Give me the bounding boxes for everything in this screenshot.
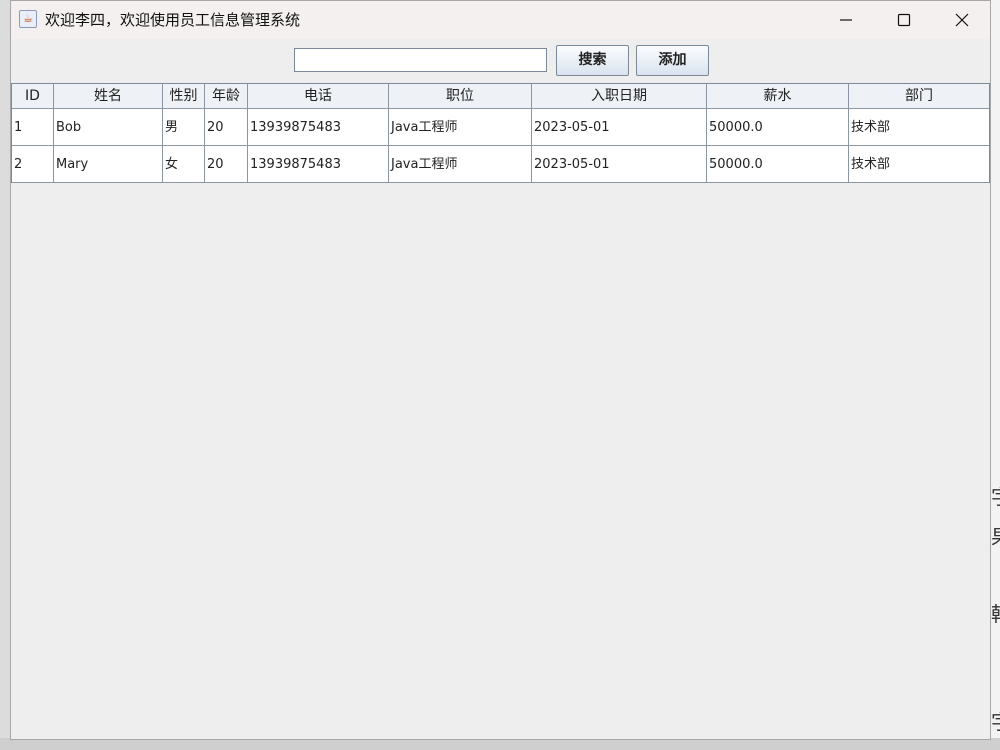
maximize-button[interactable]	[875, 1, 933, 39]
cell-position[interactable]: Java工程师	[389, 109, 532, 145]
close-icon	[955, 13, 969, 27]
cell-phone[interactable]: 13939875483	[248, 109, 389, 145]
cell-salary[interactable]: 50000.0	[707, 146, 849, 182]
cell-id[interactable]: 2	[12, 146, 54, 182]
cell-hire-date[interactable]: 2023-05-01	[532, 109, 707, 145]
cell-department[interactable]: 技术部	[849, 109, 989, 145]
cell-gender[interactable]: 女	[163, 146, 205, 182]
column-header-age[interactable]: 年龄	[205, 84, 248, 108]
cell-position[interactable]: Java工程师	[389, 146, 532, 182]
cell-phone[interactable]: 13939875483	[248, 146, 389, 182]
column-header-hire-date[interactable]: 入职日期	[532, 84, 707, 108]
cell-age[interactable]: 20	[205, 109, 248, 145]
minimize-icon	[840, 19, 852, 21]
background-text: 字	[991, 712, 1000, 732]
cell-name[interactable]: Bob	[54, 109, 163, 145]
java-icon: ☕	[19, 10, 37, 28]
column-header-name[interactable]: 姓名	[54, 84, 163, 108]
cell-age[interactable]: 20	[205, 146, 248, 182]
table-header: ID 姓名 性别 年龄 电话 职位 入职日期 薪水 部门	[12, 84, 989, 109]
search-button[interactable]: 搜索	[556, 45, 629, 76]
title-bar[interactable]: ☕ 欢迎李四，欢迎使用员工信息管理系统	[11, 1, 990, 39]
background-text: 果	[991, 527, 1000, 547]
column-header-gender[interactable]: 性别	[163, 84, 205, 108]
column-header-position[interactable]: 职位	[389, 84, 532, 108]
minimize-button[interactable]	[817, 1, 875, 39]
cell-gender[interactable]: 男	[163, 109, 205, 145]
column-header-department[interactable]: 部门	[849, 84, 989, 108]
close-button[interactable]	[933, 1, 991, 39]
column-header-phone[interactable]: 电话	[248, 84, 389, 108]
employee-table: ID 姓名 性别 年龄 电话 职位 入职日期 薪水 部门 1 Bob 男 20 …	[11, 83, 990, 183]
search-input[interactable]	[294, 48, 547, 72]
cell-department[interactable]: 技术部	[849, 146, 989, 182]
background-text: 字	[991, 487, 1000, 507]
background-window	[990, 0, 1000, 750]
table-row[interactable]: 1 Bob 男 20 13939875483 Java工程师 2023-05-0…	[12, 109, 989, 146]
window-title: 欢迎李四，欢迎使用员工信息管理系统	[45, 11, 301, 29]
background-text: 韩	[991, 604, 1000, 624]
main-window: ☕ 欢迎李四，欢迎使用员工信息管理系统 搜索 添加 ID 姓名 性别 年龄 电话…	[10, 0, 991, 740]
table-row[interactable]: 2 Mary 女 20 13939875483 Java工程师 2023-05-…	[12, 146, 989, 183]
toolbar: 搜索 添加	[11, 39, 990, 83]
maximize-icon	[897, 13, 911, 27]
cell-id[interactable]: 1	[12, 109, 54, 145]
add-button[interactable]: 添加	[636, 45, 709, 76]
column-header-salary[interactable]: 薪水	[707, 84, 849, 108]
column-header-id[interactable]: ID	[12, 84, 54, 108]
cell-name[interactable]: Mary	[54, 146, 163, 182]
cell-salary[interactable]: 50000.0	[707, 109, 849, 145]
cell-hire-date[interactable]: 2023-05-01	[532, 146, 707, 182]
